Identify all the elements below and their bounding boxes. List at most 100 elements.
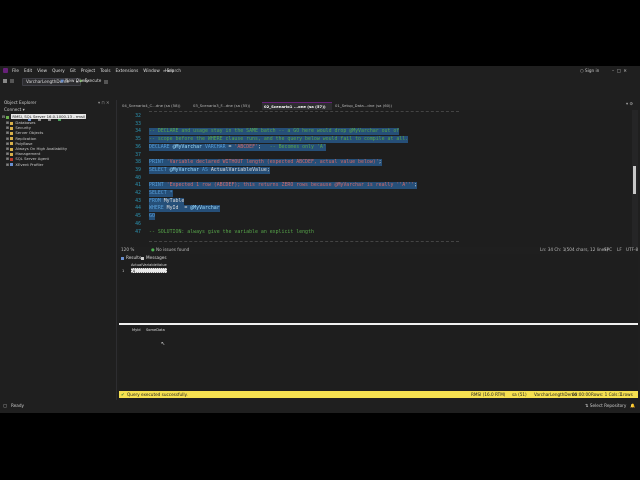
code-line: 46 bbox=[119, 221, 632, 228]
line-number: 32 bbox=[135, 113, 141, 119]
code-text: PRINT 'Variable declared WITHOUT length … bbox=[149, 159, 382, 167]
line-number: 38 bbox=[135, 159, 141, 166]
code-line: 33 bbox=[119, 121, 632, 128]
messages-tab[interactable]: Messages bbox=[141, 255, 167, 261]
code-line: 44 WHERE MyId = @MyVarchar bbox=[119, 205, 632, 213]
code-text: -- scope before the WHERE clause runs, a… bbox=[149, 136, 409, 144]
code-editor[interactable]: 32 33 34 -- DECLARE and usage stay in the S… bbox=[119, 110, 632, 247]
line-number: 33 bbox=[135, 120, 141, 127]
menu-item-project[interactable]: Project bbox=[81, 68, 95, 73]
cursor-position: Ln: 34 Ch: 1 bbox=[540, 247, 566, 252]
message-icon bbox=[141, 256, 144, 260]
app-logo-icon bbox=[3, 68, 8, 73]
mouse-cursor-icon: ↖ bbox=[161, 341, 166, 347]
scrollbar-thumb[interactable] bbox=[633, 166, 636, 194]
nav-back-icon[interactable] bbox=[3, 79, 7, 83]
result-grid-2: MyId SomeData ↖ bbox=[121, 327, 636, 387]
tab-query-4[interactable]: 01_Setup_Data...dne (sa (60)) bbox=[333, 102, 403, 109]
folder-icon bbox=[10, 147, 14, 151]
grid-cell[interactable]: A bbox=[131, 268, 167, 273]
menu-item-query[interactable]: Query bbox=[52, 68, 65, 73]
code-line: 36 DECLARE @MyVarchar VARCHAR = 'ABCDEF';… bbox=[119, 143, 632, 151]
menu-item-file[interactable]: File bbox=[12, 68, 19, 73]
code-line: 47 -- SOLUTION: always give the variable … bbox=[119, 229, 632, 236]
separator-line bbox=[149, 111, 459, 112]
menu-item-view[interactable]: View bbox=[37, 68, 47, 73]
code-text: SELECT @MyVarchar AS ActualVariableValue… bbox=[149, 166, 270, 174]
line-number: 45 bbox=[135, 213, 141, 220]
explorer-toolbar-icons bbox=[28, 109, 68, 121]
result-grid-1: ActualVariableValue 1 A bbox=[121, 263, 636, 322]
line-number: 34 bbox=[135, 128, 141, 135]
grid-header: MyId bbox=[132, 328, 141, 332]
line-number: 35 bbox=[135, 136, 141, 143]
tab-query-1[interactable]: 04_Scenario4_C...dne (sa (58)) bbox=[120, 102, 190, 109]
nav-forward-icon[interactable] bbox=[10, 79, 14, 83]
object-explorer-title: Object Explorer bbox=[4, 100, 37, 105]
server-node[interactable]: ⊟ RMSI, SQL Server 16.0.1000.13 - rmsi\ bbox=[2, 114, 87, 119]
success-icon: ✔ bbox=[121, 392, 125, 397]
editor-scrollbar[interactable] bbox=[632, 110, 638, 247]
tree-item[interactable]: ⊞ XEvent Profiler bbox=[6, 162, 43, 167]
code-text: SELECT * bbox=[149, 190, 173, 197]
ssms-window: File Edit View Query Git Project Tools Extensio… bbox=[0, 66, 640, 413]
code-line: 34 -- DECLARE and usage stay in the SAME … bbox=[119, 128, 632, 136]
code-text: PRINT 'Expected 1 row (ABCDEF); this ret… bbox=[149, 182, 417, 190]
code-line: 38 PRINT 'Variable declared WITHOUT lengt… bbox=[119, 159, 632, 167]
server-name: RMSI (16.0 RTM) bbox=[471, 392, 506, 397]
menu-item-tools[interactable]: Tools bbox=[100, 68, 110, 73]
line-number: 47 bbox=[135, 228, 141, 235]
code-line: 42 SELECT * bbox=[119, 190, 632, 197]
database-name: VarcharLengthDemo bbox=[534, 392, 577, 397]
line-number: 36 bbox=[135, 143, 141, 150]
results-tab[interactable]: Results bbox=[121, 255, 141, 261]
folder-icon bbox=[10, 126, 14, 130]
grid-header: SomeData bbox=[146, 328, 165, 332]
tab-query-3[interactable]: 02_Scenario1 ...one (sa (57)) bbox=[262, 102, 332, 110]
notification-icon[interactable]: 🔔 bbox=[630, 401, 635, 410]
code-line: 35 -- scope before the WHERE clause runs,… bbox=[119, 136, 632, 144]
line-number: 42 bbox=[135, 190, 141, 196]
code-line: 37 bbox=[119, 152, 632, 159]
query-status-bar: ✔ Query executed successfully. RMSI (16.… bbox=[119, 391, 638, 398]
tab-overflow-icon[interactable]: ▾ ⚙ bbox=[626, 101, 633, 107]
repo-selector[interactable]: ⇅ Select Repository bbox=[585, 401, 626, 410]
results-pane: Results Messages ActualVariableValue 1 A… bbox=[119, 254, 638, 391]
code-line: 39 SELECT @MyVarchar AS ActualVariableVal… bbox=[119, 166, 632, 174]
menu-item-edit[interactable]: Edit bbox=[24, 68, 32, 73]
issues-indicator: ● No issues found bbox=[151, 247, 190, 252]
line-ending[interactable]: LF bbox=[617, 247, 622, 253]
code-text: WHERE MyId = @MyVarchar bbox=[149, 205, 220, 213]
folder-icon bbox=[10, 163, 14, 167]
check-icon: ● bbox=[151, 247, 155, 252]
row-number: 1 bbox=[122, 269, 125, 273]
tab-query-2[interactable]: 03_Scenario3_F...dne (sa (55)) bbox=[191, 102, 261, 109]
code-text: GO bbox=[149, 213, 155, 221]
code-text: -- SOLUTION: always give the variable an… bbox=[149, 228, 314, 235]
object-explorer: Object Explorer ▾ ⊓ ✕ Connect ▾ ⊟ RMSI, … bbox=[0, 100, 117, 400]
code-text: FROM MyTable bbox=[149, 197, 185, 205]
folder-icon bbox=[10, 152, 14, 156]
zoom-level[interactable]: 120 % bbox=[121, 247, 134, 253]
tree-item-label: XEvent Profiler bbox=[15, 161, 44, 167]
elapsed-time: 00:00:00 bbox=[572, 392, 591, 397]
menu-item-git[interactable]: Git bbox=[70, 68, 76, 73]
user-name: sa (51) bbox=[512, 392, 527, 397]
folder-icon bbox=[10, 121, 14, 125]
code-text: -- DECLARE and usage stay in the SAME ba… bbox=[149, 128, 400, 136]
folder-icon bbox=[10, 142, 14, 146]
code-line: 41 PRINT 'Expected 1 row (ABCDEF); this r… bbox=[119, 182, 632, 190]
stop-icon[interactable] bbox=[104, 79, 108, 84]
connect-button[interactable]: Connect ▾ bbox=[4, 107, 25, 113]
encoding[interactable]: UTF-8 bbox=[626, 247, 638, 253]
code-line: 32 bbox=[119, 113, 632, 120]
editor-status-row: 120 % ● No issues found Ln: 34 Ch: 1 (50… bbox=[119, 247, 638, 253]
selection-info: (504 chars, 12 lines) bbox=[565, 247, 609, 252]
new-query-toolbar-button[interactable]: ▣ New Query bbox=[60, 78, 89, 84]
line-number: 40 bbox=[135, 174, 141, 181]
indent-mode[interactable]: SPC bbox=[604, 247, 612, 253]
status-message: Query executed successfully. bbox=[127, 392, 188, 397]
folder-icon bbox=[10, 131, 14, 135]
row-count: 1 rows bbox=[619, 392, 633, 397]
server-icon bbox=[6, 115, 10, 119]
